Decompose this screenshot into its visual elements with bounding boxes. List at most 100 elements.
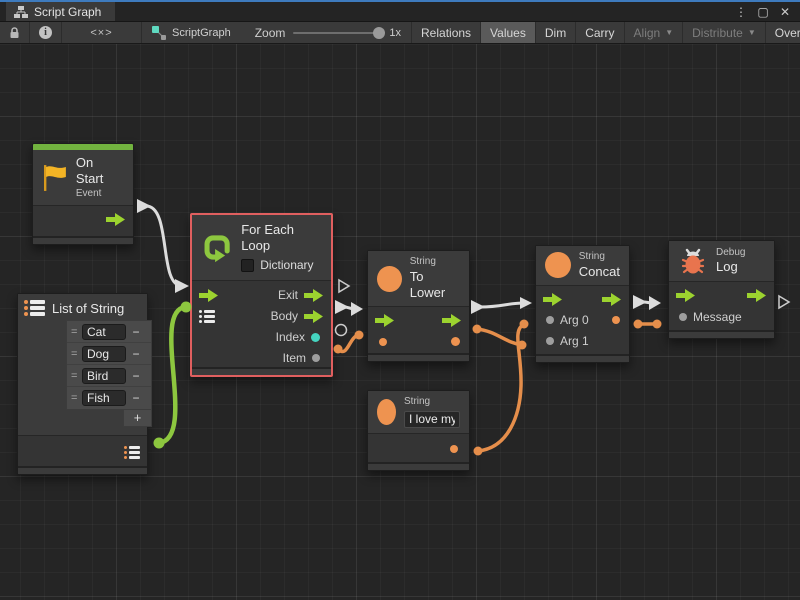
node-debug-log[interactable]: Debug Log Message bbox=[668, 240, 775, 339]
node-title: For Each Loop bbox=[241, 222, 322, 255]
list-input-port[interactable] bbox=[199, 310, 215, 323]
zoom-slider-handle[interactable] bbox=[373, 27, 385, 39]
zoom-slider[interactable] bbox=[293, 32, 381, 34]
flow-output-port[interactable] bbox=[106, 213, 126, 226]
graph-toolbar: i <×> ScriptGraph Zoom 1x bbox=[0, 21, 800, 44]
window-close-icon[interactable]: ✕ bbox=[776, 5, 794, 19]
lock-icon bbox=[9, 27, 20, 39]
list-of-string-header[interactable]: List of String bbox=[24, 300, 141, 316]
distribute-button[interactable]: Distribute▼ bbox=[683, 22, 766, 43]
carry-label: Carry bbox=[585, 26, 614, 40]
inspect-button[interactable]: i bbox=[30, 22, 62, 43]
node-concat[interactable]: String Concat Arg 0 Arg 1 bbox=[535, 245, 630, 363]
zoom-value: 1x bbox=[389, 27, 401, 39]
dim-label: Dim bbox=[545, 26, 566, 40]
node-category: String bbox=[404, 396, 460, 409]
flow-input-port[interactable] bbox=[676, 289, 696, 302]
add-item-button[interactable]: + bbox=[123, 410, 152, 427]
graph-selector[interactable]: ScriptGraph bbox=[142, 22, 245, 43]
flow-output-port[interactable] bbox=[442, 314, 462, 327]
concat-header[interactable]: String Concat bbox=[536, 246, 629, 286]
index-port-label: Index bbox=[276, 330, 305, 344]
code-view-button[interactable]: <×> bbox=[62, 22, 142, 43]
window-menu-icon[interactable]: ⋮ bbox=[732, 5, 750, 19]
info-icon: i bbox=[39, 26, 52, 39]
node-footer bbox=[669, 330, 774, 338]
arg0-input-port[interactable] bbox=[546, 316, 554, 324]
drag-handle-icon[interactable]: = bbox=[71, 392, 79, 404]
list-item-input[interactable] bbox=[82, 368, 126, 384]
list-output-port[interactable] bbox=[124, 446, 140, 459]
message-label: Message bbox=[693, 310, 742, 324]
flow-input-port[interactable] bbox=[543, 293, 563, 306]
flow-input-port[interactable] bbox=[375, 314, 395, 327]
title-bar: Script Graph ⋮ ▢ ✕ bbox=[0, 0, 800, 21]
remove-item-button[interactable]: − bbox=[129, 391, 143, 405]
string-output-port[interactable] bbox=[451, 337, 460, 346]
string-input-port[interactable] bbox=[379, 338, 387, 346]
string-type-icon bbox=[545, 252, 571, 278]
node-string-literal[interactable]: String bbox=[367, 390, 470, 471]
remove-item-button[interactable]: − bbox=[129, 369, 143, 383]
zoom-control: Zoom 1x bbox=[245, 22, 412, 43]
tab-script-graph[interactable]: Script Graph bbox=[6, 2, 115, 21]
distribute-label: Distribute bbox=[692, 26, 743, 40]
drag-handle-icon[interactable]: = bbox=[71, 326, 79, 338]
string-output-port[interactable] bbox=[612, 316, 620, 324]
remove-item-button[interactable]: − bbox=[129, 347, 143, 361]
on-start-header[interactable]: On Start Event bbox=[33, 150, 133, 206]
node-title: Concat bbox=[579, 264, 620, 280]
node-list-of-string[interactable]: List of String = − = − = − bbox=[17, 293, 148, 475]
list-icon bbox=[24, 300, 45, 316]
graph-tab-icon bbox=[14, 6, 28, 18]
relations-button[interactable]: Relations bbox=[412, 22, 481, 43]
exit-port-label: Exit bbox=[278, 288, 298, 302]
node-to-lower[interactable]: String To Lower bbox=[367, 250, 470, 362]
dim-button[interactable]: Dim bbox=[536, 22, 576, 43]
script-graph-window: Script Graph ⋮ ▢ ✕ i <×> bbox=[0, 0, 800, 600]
message-input-port[interactable] bbox=[679, 313, 687, 321]
exit-flow-output-port[interactable] bbox=[304, 289, 324, 302]
values-button[interactable]: Values bbox=[481, 22, 536, 43]
node-for-each-loop[interactable]: For Each Loop Dictionary Exit bbox=[190, 213, 333, 377]
node-category: String bbox=[579, 251, 620, 264]
node-subtitle: Event bbox=[76, 188, 124, 201]
string-literal-header[interactable]: String bbox=[368, 391, 469, 434]
list-item-input[interactable] bbox=[82, 390, 126, 406]
flow-output-port[interactable] bbox=[602, 293, 622, 306]
remove-item-button[interactable]: − bbox=[129, 325, 143, 339]
drag-handle-icon[interactable]: = bbox=[71, 348, 79, 360]
string-output-port[interactable] bbox=[450, 445, 458, 453]
loop-icon bbox=[201, 230, 233, 264]
arg1-input-port[interactable] bbox=[546, 337, 554, 345]
zoom-label: Zoom bbox=[255, 26, 286, 40]
dictionary-checkbox[interactable] bbox=[241, 259, 254, 272]
script-graph-icon bbox=[152, 26, 166, 40]
index-output-port[interactable] bbox=[311, 333, 320, 342]
node-on-start[interactable]: On Start Event bbox=[32, 143, 134, 245]
overview-button[interactable]: Overview bbox=[766, 22, 800, 43]
node-footer bbox=[18, 466, 147, 474]
flow-input-port[interactable] bbox=[199, 289, 219, 302]
drag-handle-icon[interactable]: = bbox=[71, 370, 79, 382]
window-controls: ⋮ ▢ ✕ bbox=[732, 2, 800, 21]
carry-button[interactable]: Carry bbox=[576, 22, 624, 43]
arg1-label: Arg 1 bbox=[560, 334, 589, 348]
list-item-input[interactable] bbox=[82, 346, 126, 362]
node-footer bbox=[536, 354, 629, 362]
list-item-input[interactable] bbox=[82, 324, 126, 340]
align-button[interactable]: Align▼ bbox=[625, 22, 684, 43]
item-output-port[interactable] bbox=[312, 354, 320, 362]
body-flow-output-port[interactable] bbox=[304, 310, 324, 323]
node-title: On Start bbox=[76, 155, 124, 188]
arg0-label: Arg 0 bbox=[560, 313, 589, 327]
lock-button[interactable] bbox=[0, 22, 30, 43]
flow-output-port[interactable] bbox=[747, 289, 767, 302]
list-item-row: = − bbox=[67, 365, 151, 387]
window-maximize-icon[interactable]: ▢ bbox=[754, 5, 772, 19]
for-each-header[interactable]: For Each Loop Dictionary bbox=[192, 215, 331, 281]
string-value-input[interactable] bbox=[404, 411, 460, 428]
debug-log-header[interactable]: Debug Log bbox=[669, 241, 774, 282]
to-lower-header[interactable]: String To Lower bbox=[368, 251, 469, 307]
node-footer bbox=[368, 353, 469, 361]
